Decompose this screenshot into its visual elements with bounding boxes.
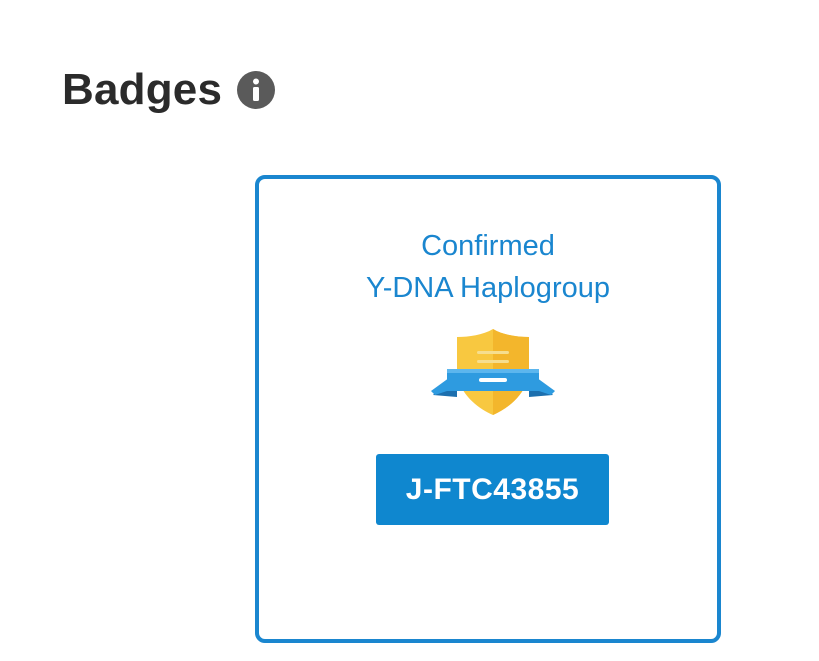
badges-page: Badges Confirmed Y-DNA Haplogroup J-FTC4… xyxy=(0,0,819,661)
info-icon[interactable] xyxy=(236,70,276,110)
badge-title-line-2: Y-DNA Haplogroup xyxy=(366,272,610,304)
haplogroup-badge-card: Confirmed Y-DNA Haplogroup J-FTC43855 xyxy=(255,175,721,643)
shield-ribbon-icon xyxy=(431,327,555,419)
badge-title-line-1: Confirmed xyxy=(421,230,555,262)
badges-header: Badges xyxy=(62,62,276,118)
page-title: Badges xyxy=(62,65,223,114)
haplogroup-button[interactable]: J-FTC43855 xyxy=(376,454,609,525)
badge-title: Confirmed Y-DNA Haplogroup xyxy=(259,225,717,309)
